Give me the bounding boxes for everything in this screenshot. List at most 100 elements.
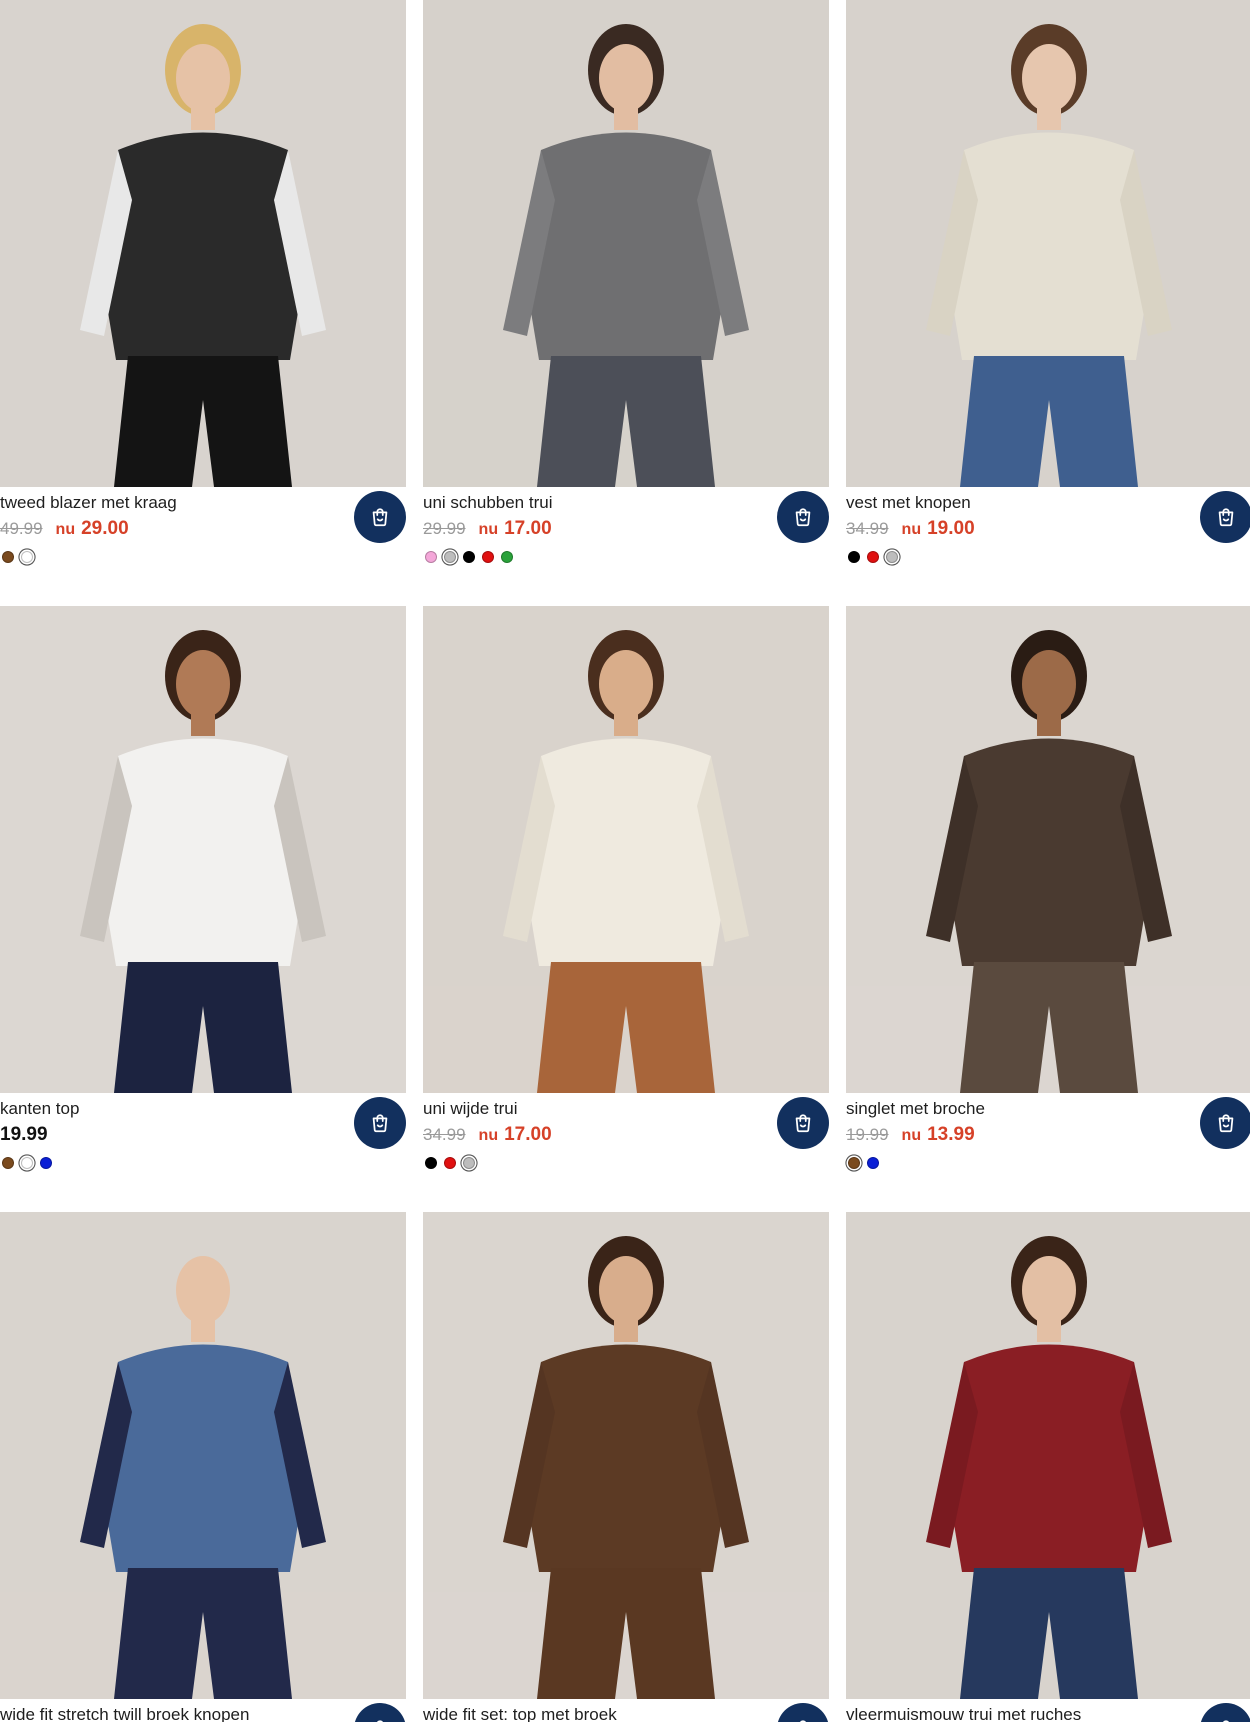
color-swatch[interactable] (21, 1157, 33, 1169)
color-swatches (425, 551, 513, 563)
product-card[interactable]: vleermuismouw trui met ruches (846, 1212, 1250, 1722)
price-row: 29.99 nu 17.00 (423, 518, 552, 540)
add-to-cart-button[interactable] (777, 491, 829, 543)
sale-price: 17.00 (504, 1124, 552, 1145)
color-swatches (2, 551, 33, 563)
sale-price: 19.00 (927, 518, 975, 539)
product-title[interactable]: vest met knopen (846, 493, 971, 513)
color-swatch[interactable] (2, 1157, 14, 1169)
sale-price: 13.99 (927, 1124, 975, 1145)
shopping-bag-icon (1215, 506, 1237, 528)
color-swatches (2, 1157, 52, 1169)
product-title[interactable]: wide fit stretch twill broek knopen (0, 1705, 249, 1722)
product-card[interactable]: wide fit set: top met broek (423, 1212, 829, 1722)
product-card[interactable]: kanten top 19.99 (0, 606, 406, 1169)
product-title[interactable]: wide fit set: top met broek (423, 1705, 617, 1722)
old-price: 34.99 (846, 519, 889, 538)
now-label: nu (478, 1127, 499, 1144)
product-image[interactable] (846, 1212, 1250, 1699)
shopping-bag-icon (792, 1112, 814, 1134)
product-card[interactable]: vest met knopen 34.99 nu 19.00 (846, 0, 1250, 563)
shopping-bag-icon (792, 506, 814, 528)
color-swatch[interactable] (886, 551, 898, 563)
product-title[interactable]: tweed blazer met kraag (0, 493, 177, 513)
color-swatch[interactable] (21, 551, 33, 563)
price: 19.99 (0, 1124, 48, 1145)
color-swatch[interactable] (444, 1157, 456, 1169)
color-swatch[interactable] (40, 1157, 52, 1169)
product-image[interactable] (0, 1212, 406, 1699)
price-row: 34.99 nu 19.00 (846, 518, 975, 540)
color-swatches (848, 551, 898, 563)
product-title[interactable]: kanten top (0, 1099, 79, 1119)
product-photo-illustration (423, 1212, 829, 1699)
product-image[interactable] (423, 0, 829, 487)
add-to-cart-button[interactable] (354, 1703, 406, 1722)
color-swatches (848, 1157, 879, 1169)
product-image[interactable] (0, 606, 406, 1093)
add-to-cart-button[interactable] (1200, 1097, 1250, 1149)
shopping-bag-icon (369, 1718, 391, 1722)
product-title[interactable]: uni schubben trui (423, 493, 552, 513)
product-photo-illustration (846, 1212, 1250, 1699)
now-label: nu (478, 521, 499, 538)
color-swatch[interactable] (867, 551, 879, 563)
color-swatch[interactable] (2, 551, 14, 563)
product-image[interactable] (0, 0, 406, 487)
product-card[interactable]: tweed blazer met kraag 49.99 nu 29.00 (0, 0, 406, 563)
price-row: 19.99 nu 13.99 (846, 1124, 975, 1146)
sale-price: 17.00 (504, 518, 552, 539)
shopping-bag-icon (1215, 1718, 1237, 1722)
product-title[interactable]: vleermuismouw trui met ruches (846, 1705, 1081, 1722)
old-price: 29.99 (423, 519, 466, 538)
color-swatch[interactable] (425, 551, 437, 563)
now-label: nu (55, 521, 76, 538)
product-image[interactable] (846, 606, 1250, 1093)
now-label: nu (901, 1127, 922, 1144)
color-swatches (425, 1157, 475, 1169)
product-title[interactable]: singlet met broche (846, 1099, 985, 1119)
price-row: 49.99 nu 29.00 (0, 518, 129, 540)
add-to-cart-button[interactable] (354, 1097, 406, 1149)
product-card[interactable]: wide fit stretch twill broek knopen (0, 1212, 406, 1722)
color-swatch[interactable] (444, 551, 456, 563)
sale-price: 29.00 (81, 518, 129, 539)
product-photo-illustration (0, 606, 406, 1093)
product-card[interactable]: singlet met broche 19.99 nu 13.99 (846, 606, 1250, 1169)
product-image[interactable] (846, 0, 1250, 487)
product-image[interactable] (423, 606, 829, 1093)
color-swatch[interactable] (425, 1157, 437, 1169)
add-to-cart-button[interactable] (354, 491, 406, 543)
add-to-cart-button[interactable] (777, 1097, 829, 1149)
product-card[interactable]: uni schubben trui 29.99 nu 17.00 (423, 0, 829, 563)
shopping-bag-icon (792, 1718, 814, 1722)
shopping-bag-icon (1215, 1112, 1237, 1134)
color-swatch[interactable] (482, 551, 494, 563)
product-photo-illustration (0, 1212, 406, 1699)
product-title[interactable]: uni wijde trui (423, 1099, 518, 1119)
old-price: 19.99 (846, 1125, 889, 1144)
price-row: 34.99 nu 17.00 (423, 1124, 552, 1146)
old-price: 49.99 (0, 519, 43, 538)
product-card[interactable]: uni wijde trui 34.99 nu 17.00 (423, 606, 829, 1169)
color-swatch[interactable] (867, 1157, 879, 1169)
shopping-bag-icon (369, 1112, 391, 1134)
product-photo-illustration (846, 0, 1250, 487)
color-swatch[interactable] (501, 551, 513, 563)
product-photo-illustration (846, 606, 1250, 1093)
now-label: nu (901, 521, 922, 538)
add-to-cart-button[interactable] (1200, 1703, 1250, 1722)
product-photo-illustration (0, 0, 406, 487)
add-to-cart-button[interactable] (1200, 491, 1250, 543)
old-price: 34.99 (423, 1125, 466, 1144)
add-to-cart-button[interactable] (777, 1703, 829, 1722)
shopping-bag-icon (369, 506, 391, 528)
color-swatch[interactable] (463, 1157, 475, 1169)
product-photo-illustration (423, 0, 829, 487)
color-swatch[interactable] (848, 1157, 860, 1169)
price-row: 19.99 (0, 1124, 48, 1146)
product-image[interactable] (423, 1212, 829, 1699)
product-photo-illustration (423, 606, 829, 1093)
color-swatch[interactable] (463, 551, 475, 563)
color-swatch[interactable] (848, 551, 860, 563)
